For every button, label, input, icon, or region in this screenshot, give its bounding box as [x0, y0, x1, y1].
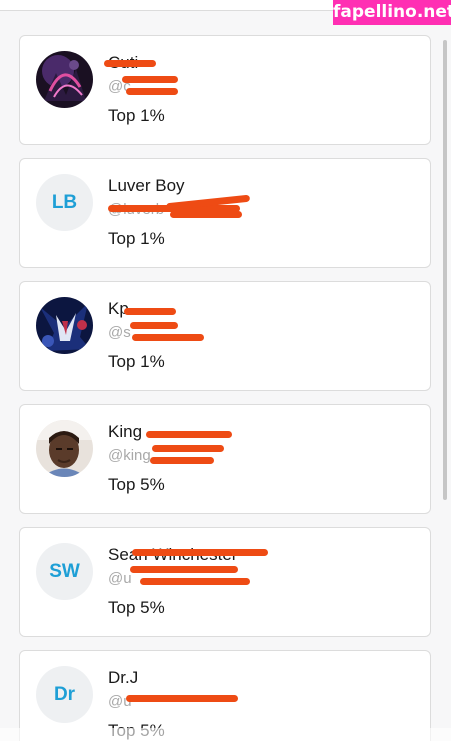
user-rank: Top 1% — [108, 229, 165, 248]
user-card[interactable]: Kp @s Top 1% — [19, 281, 431, 391]
avatar[interactable]: LB — [36, 174, 93, 231]
redaction-mark — [126, 695, 238, 702]
redaction-mark — [140, 578, 250, 585]
redaction-mark — [132, 549, 268, 556]
watermark: fapellino.net — [333, 0, 451, 25]
redaction-mark — [150, 457, 214, 464]
user-list: Cuti @c Top 1% LB Luver Boy @luverb Top … — [19, 35, 431, 741]
user-name: Dr.J — [108, 668, 139, 687]
redaction-mark — [170, 211, 242, 218]
redaction-mark — [132, 334, 204, 341]
bottom-overlay — [0, 728, 451, 741]
redaction-mark — [122, 76, 178, 83]
avatar-photo-icon — [36, 297, 93, 354]
user-name: Luver Boy — [108, 176, 185, 195]
redaction-mark — [130, 566, 238, 573]
avatar-photo-icon — [36, 51, 93, 108]
user-card[interactable]: King @king Top 5% — [19, 404, 431, 514]
user-handle: @s — [108, 324, 131, 341]
avatar[interactable] — [36, 420, 93, 477]
user-rank: Top 1% — [108, 352, 165, 371]
redaction-mark — [124, 308, 176, 315]
avatar-photo-icon — [36, 420, 93, 477]
avatar[interactable]: SW — [36, 543, 93, 600]
avatar[interactable]: Dr — [36, 666, 93, 723]
user-card[interactable]: Cuti @c Top 1% — [19, 35, 431, 145]
redaction-mark — [126, 88, 178, 95]
redaction-mark — [146, 431, 232, 438]
redaction-mark — [152, 445, 224, 452]
avatar[interactable] — [36, 297, 93, 354]
user-handle: @u — [108, 570, 132, 587]
user-name: King — [108, 422, 143, 441]
user-rank: Top 5% — [108, 598, 165, 617]
redaction-mark — [104, 60, 156, 67]
user-handle: @king — [108, 447, 151, 464]
user-card[interactable]: LB Luver Boy @luverb Top 1% — [19, 158, 431, 268]
user-rank: Top 1% — [108, 106, 165, 125]
user-card[interactable]: SW Sean Winchester @u Top 5% — [19, 527, 431, 637]
redaction-mark — [130, 322, 178, 329]
scrollbar[interactable] — [443, 40, 447, 500]
avatar[interactable] — [36, 51, 93, 108]
user-rank: Top 5% — [108, 475, 165, 494]
